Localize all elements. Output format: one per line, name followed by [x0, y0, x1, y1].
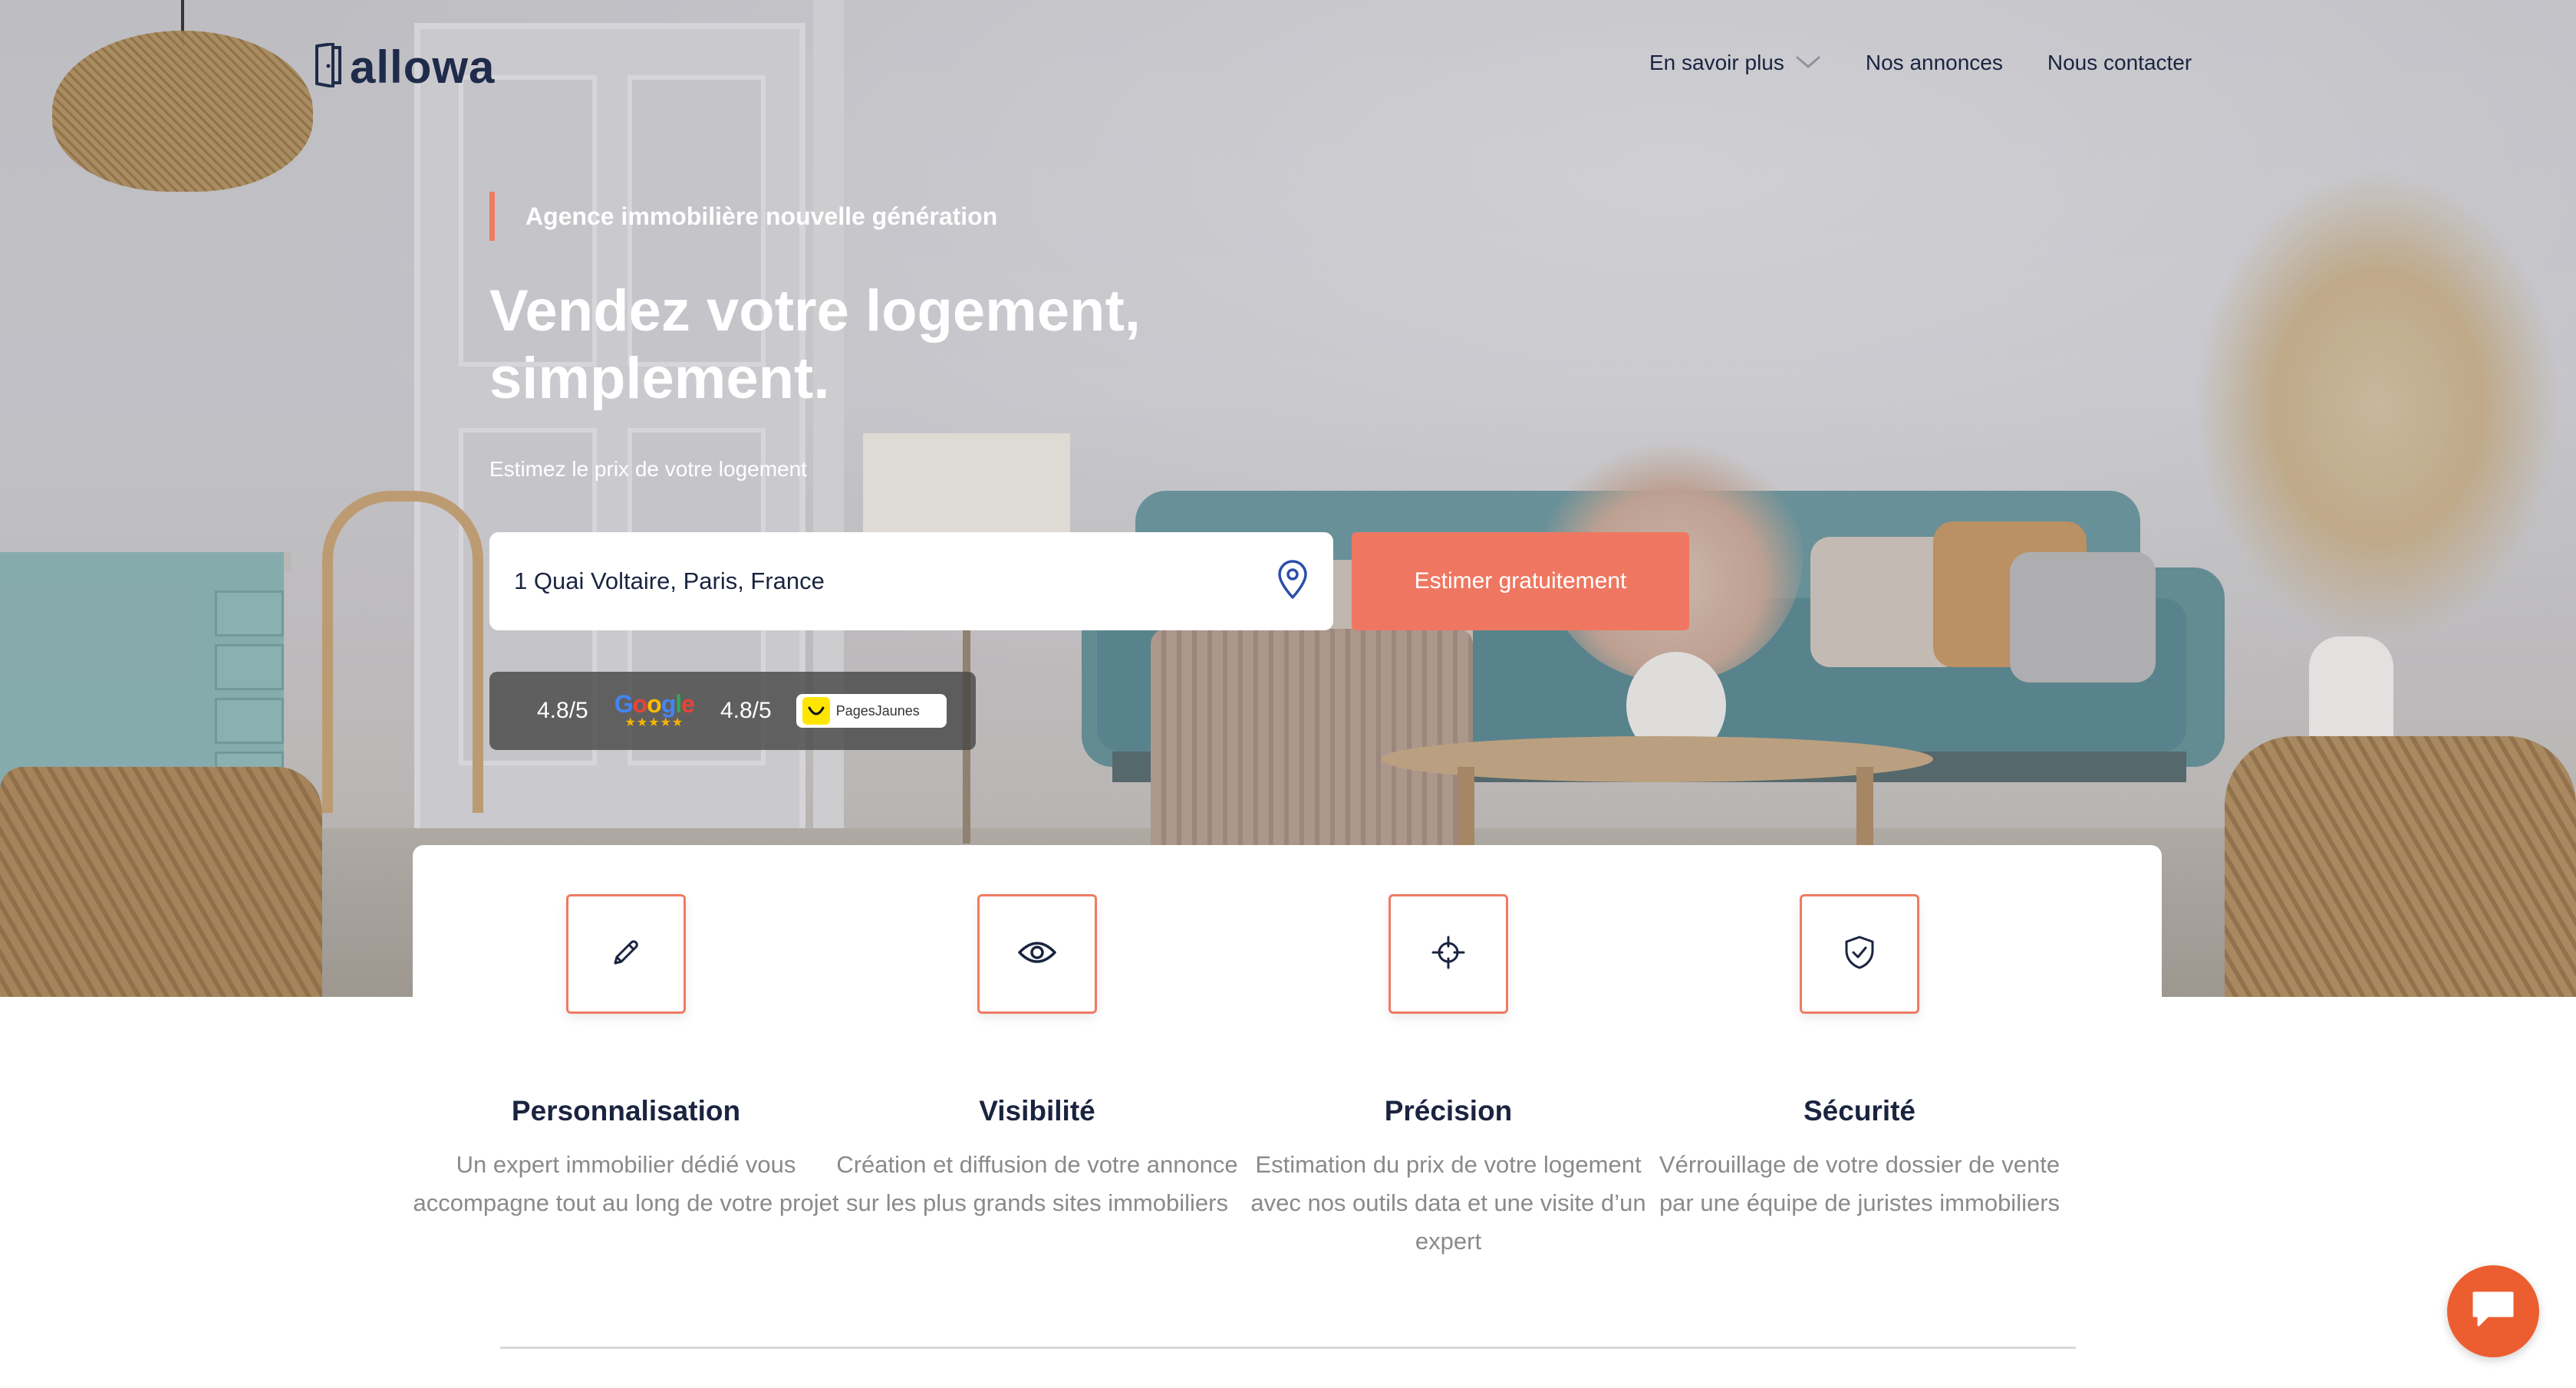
features-card: Personnalisation Un expert immobilier dé… — [413, 845, 2162, 1351]
ratings-bar: 4.8/5 Google ★★★★★ 4.8/5 PagesJaunes — [489, 672, 976, 750]
feature-title: Précision — [1384, 1095, 1513, 1127]
nav-nous-contacter[interactable]: Nous contacter — [2047, 51, 2192, 75]
chevron-down-icon — [1795, 51, 1821, 75]
feature-description: Estimation du prix de votre logement ave… — [1250, 1151, 1646, 1255]
hero-headline: Vendez votre logement, simplement. — [489, 278, 1141, 411]
feature-description: Création et diffusion de votre annonce s… — [836, 1151, 1238, 1216]
google-reviews-logo[interactable]: Google ★★★★★ — [614, 690, 695, 730]
main-nav: En savoir plus Nos annonces Nous contact… — [1649, 51, 2192, 75]
feature-title: Visibilité — [979, 1095, 1095, 1127]
location-pin-icon[interactable] — [1275, 559, 1310, 604]
google-wordmark: Google — [614, 690, 695, 718]
feature-title: Personnalisation — [511, 1095, 741, 1127]
address-input[interactable] — [512, 567, 1275, 596]
crosshair-icon — [1431, 935, 1466, 974]
hero-tagline: Agence immobilière nouvelle génération — [489, 192, 997, 241]
smiley-icon — [802, 697, 830, 725]
chat-bubble-icon — [2469, 1288, 2517, 1335]
feature-icon-box — [566, 894, 686, 1014]
section-divider — [500, 1347, 2076, 1349]
nav-nos-annonces[interactable]: Nos annonces — [1866, 51, 2003, 75]
pagesjaunes-wordmark: PagesJaunes — [835, 702, 920, 719]
star-rating-icon: ★★★★★ — [624, 716, 684, 729]
nav-label: En savoir plus — [1649, 51, 1784, 74]
hero-subtitle: Estimez le prix de votre logement — [489, 457, 807, 481]
tagline-text: Agence immobilière nouvelle génération — [525, 202, 998, 230]
feature-icon-box — [977, 894, 1097, 1014]
feature-title: Sécurité — [1803, 1095, 1916, 1127]
nav-label: Nos annonces — [1865, 51, 2003, 74]
feature-description: Vérrouillage de votre dossier de vente p… — [1659, 1151, 2060, 1216]
tagline-accent-bar — [489, 192, 495, 241]
pagesjaunes-badge[interactable]: PagesJaunes — [796, 694, 947, 728]
google-rating-value: 4.8/5 — [537, 698, 588, 723]
pencil-icon — [609, 936, 643, 973]
nav-en-savoir-plus[interactable]: En savoir plus — [1649, 51, 1821, 75]
chat-button[interactable] — [2447, 1265, 2539, 1357]
feature-description: Un expert immobilier dédié vous accompag… — [413, 1151, 839, 1216]
door-logo-icon — [315, 41, 342, 91]
address-search-box[interactable] — [489, 532, 1333, 630]
feature-icon-box — [1800, 894, 1919, 1014]
pagesjaunes-rating-value: 4.8/5 — [720, 698, 772, 723]
logo-text: allowa — [350, 41, 496, 93]
brand-logo[interactable]: allowa — [315, 40, 495, 94]
feature-icon-box — [1388, 894, 1508, 1014]
eye-icon — [1017, 937, 1057, 972]
nav-label: Nous contacter — [2047, 51, 2192, 74]
shield-check-icon — [1843, 935, 1876, 974]
estimate-button[interactable]: Estimer gratuitement — [1352, 532, 1689, 630]
